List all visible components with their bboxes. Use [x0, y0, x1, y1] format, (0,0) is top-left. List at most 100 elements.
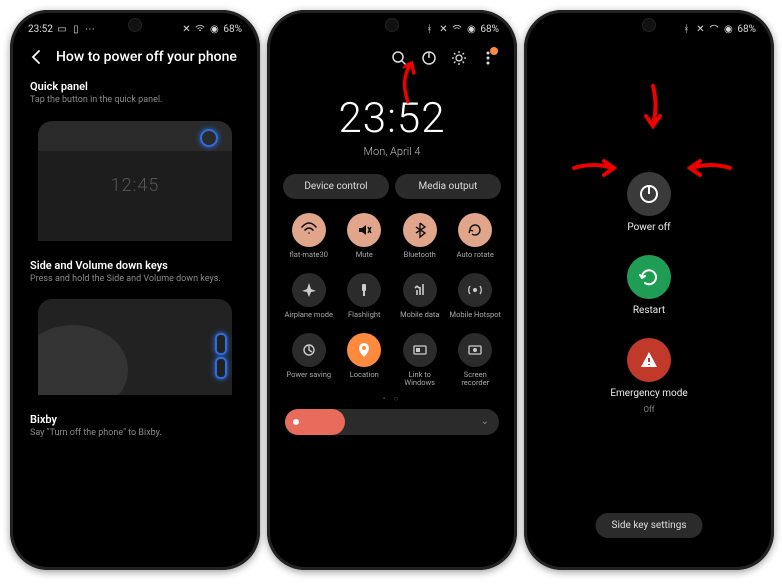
restart-icon	[627, 255, 671, 299]
power-menu-alert[interactable]: Emergency mode Off	[610, 338, 687, 415]
qs-tile-label: Bluetooth	[404, 251, 436, 267]
mock-clock: 12:45	[111, 175, 160, 196]
notif-icon: ⋯	[85, 24, 95, 34]
qs-tile-mute[interactable]: Mute	[339, 213, 391, 267]
qs-tile-label: Mobile Hotspot	[450, 311, 501, 327]
rec-icon	[458, 333, 492, 367]
battery-icon: ◉	[209, 24, 219, 34]
battery-icon: ◉	[466, 24, 476, 34]
side-keys-illustration	[38, 299, 232, 395]
vibrate-icon: ✕	[438, 24, 448, 34]
rotate-icon	[458, 213, 492, 247]
page-indicator: • ○	[273, 394, 511, 403]
wifi-icon	[709, 24, 719, 34]
wifi-icon	[195, 24, 205, 34]
pin-icon	[347, 333, 381, 367]
qs-tile-label: Flashlight	[348, 311, 381, 327]
wifi-icon	[292, 213, 326, 247]
battery-pct: 68%	[480, 24, 499, 35]
device-control-button[interactable]: Device control	[283, 174, 389, 199]
panel-clock: 23:52 Mon, April 4	[273, 94, 511, 158]
bluetooth-icon: ᚼ	[424, 24, 434, 34]
battery-pct: 68%	[737, 24, 756, 35]
power-menu-label: Emergency mode	[610, 388, 687, 399]
section-heading: Quick panel	[16, 72, 254, 95]
section-body: Press and hold the Side and Volume down …	[16, 274, 254, 292]
phone-quick-panel: ᚼ ✕ ◉ 68% 23:52 Mon, April 4 Device cont…	[267, 10, 517, 570]
section-heading: Bixby	[16, 405, 254, 428]
quick-settings-grid: flat-mate30 Mute Bluetooth Auto rotate Airpl…	[273, 207, 511, 394]
battery-icon: ◉	[723, 24, 733, 34]
power-icon	[627, 172, 671, 216]
qs-tile-label: Airplane mode	[285, 311, 333, 327]
section-body: Say "Turn off the phone" to Bixby.	[16, 428, 254, 446]
section-body: Tap the button in the quick panel.	[16, 95, 254, 113]
power-menu-power[interactable]: Power off	[627, 172, 671, 233]
side-key-settings-button[interactable]: Side key settings	[596, 513, 703, 538]
power-menu: Power off Restart Emergency mode Off	[530, 172, 768, 415]
side-key-highlight	[215, 357, 227, 379]
mute-icon	[347, 213, 381, 247]
qs-tile-label: Mute	[356, 251, 373, 267]
volume-highlight	[215, 333, 227, 355]
more-icon[interactable]	[481, 50, 495, 66]
bt-icon	[403, 213, 437, 247]
qs-tile-leaf[interactable]: Power saving	[283, 333, 335, 388]
flash-icon	[347, 273, 381, 307]
qs-tile-rec[interactable]: Screen recorder	[450, 333, 502, 388]
brightness-slider[interactable]: ⌄	[285, 409, 499, 435]
gear-icon[interactable]	[451, 50, 467, 66]
mdata-icon	[403, 273, 437, 307]
qs-tile-label: Screen recorder	[450, 371, 502, 388]
chevron-down-icon[interactable]: ⌄	[481, 416, 489, 427]
phone-settings-help: 23:52 ▭ ▯ ⋯ ✕ ◉ 68% How to power off you…	[10, 10, 260, 570]
qs-tile-bt[interactable]: Bluetooth	[394, 213, 446, 267]
back-icon[interactable]	[28, 48, 46, 66]
power-highlight-ring	[200, 129, 218, 147]
qs-tile-link[interactable]: Link to Windows	[394, 333, 446, 388]
qs-tile-pin[interactable]: Location	[339, 333, 391, 388]
qs-tile-flash[interactable]: Flashlight	[339, 273, 391, 327]
qs-tile-label: Link to Windows	[394, 371, 446, 388]
media-output-button[interactable]: Media output	[395, 174, 501, 199]
power-icon[interactable]	[421, 50, 437, 66]
status-time: 23:52	[28, 24, 53, 35]
power-menu-restart[interactable]: Restart	[627, 255, 671, 316]
qs-tile-label: Power saving	[286, 371, 331, 387]
battery-pct: 68%	[223, 24, 242, 35]
leaf-icon	[292, 333, 326, 367]
qs-tile-plane[interactable]: Airplane mode	[283, 273, 335, 327]
power-menu-label: Power off	[627, 222, 670, 233]
hotspot-icon	[458, 273, 492, 307]
link-icon	[403, 333, 437, 367]
search-icon[interactable]	[391, 50, 407, 66]
qs-tile-label: Auto rotate	[457, 251, 494, 267]
qs-tile-rotate[interactable]: Auto rotate	[450, 213, 502, 267]
power-menu-sublabel: Off	[643, 405, 654, 415]
qs-tile-label: flat-mate30	[290, 251, 328, 267]
camera-notch	[642, 18, 656, 32]
qs-tile-label: Mobile data	[400, 311, 439, 327]
plane-icon	[292, 273, 326, 307]
annotation-arrow	[638, 84, 668, 134]
qs-tile-mdata[interactable]: Mobile data	[394, 273, 446, 327]
qs-tile-label: Location	[350, 371, 379, 387]
qs-tile-wifi[interactable]: flat-mate30	[283, 213, 335, 267]
page-title: How to power off your phone	[56, 49, 237, 65]
bluetooth-icon: ᚼ	[681, 24, 691, 34]
alert-icon	[627, 338, 671, 382]
camera-notch	[385, 18, 399, 32]
panel-time: 23:52	[273, 94, 511, 143]
camera-notch	[128, 18, 142, 32]
notification-badge	[490, 47, 498, 55]
quick-panel-illustration: 12:45	[38, 121, 232, 241]
vibrate-icon: ✕	[695, 24, 705, 34]
section-heading: Side and Volume down keys	[16, 251, 254, 274]
power-menu-label: Restart	[633, 305, 665, 316]
panel-date: Mon, April 4	[273, 145, 511, 158]
phone-power-menu: ᚼ ✕ ◉ 68% Power off Restart Emergency mode…	[524, 10, 774, 570]
vibrate-icon: ✕	[181, 24, 191, 34]
qs-tile-hotspot[interactable]: Mobile Hotspot	[450, 273, 502, 327]
sun-icon	[293, 419, 299, 425]
notif-icon: ▯	[71, 24, 81, 34]
